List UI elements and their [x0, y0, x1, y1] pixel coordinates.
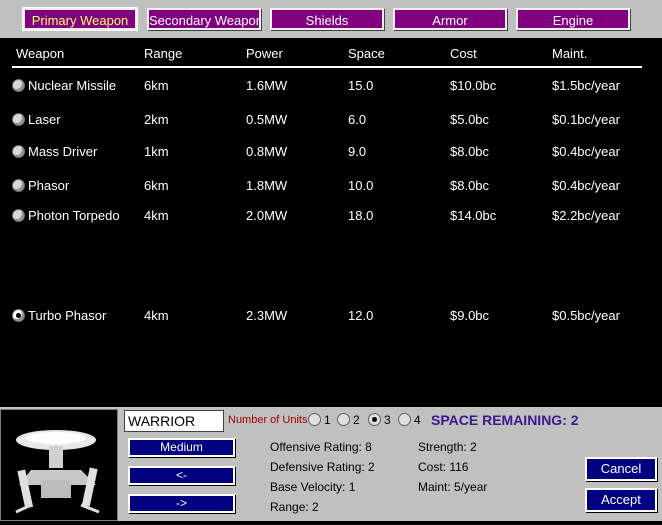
units-option-label: 4	[414, 413, 421, 427]
accept-button[interactable]: Accept	[585, 488, 657, 512]
header-weapon: Weapon	[16, 46, 65, 61]
defensive-rating: Defensive Rating: 2	[270, 460, 375, 474]
space-remaining: SPACE REMAINING: 2	[431, 412, 579, 428]
radio-icon[interactable]	[12, 79, 25, 92]
weapon-space: 9.0	[348, 144, 367, 159]
header-power: Power	[246, 46, 283, 61]
weapon-power: 1.6MW	[246, 78, 288, 93]
header-space: Space	[348, 46, 385, 61]
units-option-4[interactable]: 4	[398, 413, 421, 427]
weapon-cost: $14.0bc	[450, 208, 497, 223]
weapon-row[interactable]: Phasor 6km 1.8MW 10.0 $8.0bc $0.4bc/year	[0, 178, 662, 198]
component-tab-bar: Primary Weapon Secondary Weapon Shields …	[0, 0, 662, 38]
weapon-row[interactable]: Nuclear Missile 6km 1.6MW 15.0 $10.0bc $1.5bc…	[0, 78, 662, 98]
tab-primary-weapon[interactable]: Primary Weapon	[22, 7, 138, 31]
weapon-power: 0.5MW	[246, 112, 288, 127]
range-stat: Range: 2	[270, 500, 319, 514]
radio-selected-icon	[368, 413, 381, 426]
units-option-label: 3	[384, 413, 391, 427]
weapon-row[interactable]: Mass Driver 1km 0.8MW 9.0 $8.0bc $0.4bc/year	[0, 144, 662, 164]
ship-size-button[interactable]: Medium	[128, 438, 235, 457]
weapon-range: 2km	[144, 112, 169, 127]
weapon-cost: $8.0bc	[450, 178, 490, 193]
weapon-maint: $2.2bc/year	[552, 208, 620, 223]
weapon-cost: $9.0bc	[450, 308, 490, 323]
prev-design-button[interactable]: <-	[128, 466, 235, 485]
radio-icon[interactable]	[12, 113, 25, 126]
radio-icon	[398, 413, 411, 426]
weapon-maint: $0.4bc/year	[552, 144, 620, 159]
weapon-power: 2.3MW	[246, 308, 288, 323]
weapon-power: 1.8MW	[246, 178, 288, 193]
tab-engine[interactable]: Engine	[516, 8, 630, 30]
weapon-space: 6.0	[348, 112, 367, 127]
radio-icon[interactable]	[12, 145, 25, 158]
weapon-range: 6km	[144, 78, 169, 93]
weapon-range: 6km	[144, 178, 169, 193]
weapon-maint: $0.5bc/year	[552, 308, 620, 323]
radio-selected-icon[interactable]	[12, 309, 25, 322]
weapon-space: 18.0	[348, 208, 374, 223]
weapon-range: 4km	[144, 208, 169, 223]
units-option-1[interactable]: 1	[308, 413, 331, 427]
weapon-name: Phasor	[28, 178, 70, 193]
weapon-power: 2.0MW	[246, 208, 288, 223]
weapon-row[interactable]: Turbo Phasor 4km 2.3MW 12.0 $9.0bc $0.5bc/yea…	[0, 308, 662, 328]
weapon-cost: $8.0bc	[450, 144, 490, 159]
weapon-space: 15.0	[348, 78, 374, 93]
weapon-space: 12.0	[348, 308, 374, 323]
units-option-3[interactable]: 3	[368, 413, 391, 427]
weapon-power: 0.8MW	[246, 144, 288, 159]
maint-stat: Maint: 5/year	[418, 480, 488, 494]
radio-icon	[337, 413, 350, 426]
ship-name-field[interactable]: WARRIOR	[124, 410, 224, 432]
weapon-name: Photon Torpedo	[28, 208, 120, 223]
weapon-cost: $10.0bc	[450, 78, 497, 93]
units-option-2[interactable]: 2	[337, 413, 360, 427]
cost-stat: Cost: 116	[418, 460, 469, 474]
radio-icon[interactable]	[12, 179, 25, 192]
weapon-name: Turbo Phasor	[28, 308, 107, 323]
weapon-name: Nuclear Missile	[28, 78, 117, 93]
weapon-space: 10.0	[348, 178, 374, 193]
weapon-name: Laser	[28, 112, 61, 127]
next-design-button[interactable]: ->	[128, 494, 235, 513]
weapon-name: Mass Driver	[28, 144, 98, 159]
weapon-range: 1km	[144, 144, 169, 159]
weapon-row[interactable]: Laser 2km 0.5MW 6.0 $5.0bc $0.1bc/year	[0, 112, 662, 132]
strength-stat: Strength: 2	[418, 440, 477, 454]
radio-icon	[308, 413, 321, 426]
header-divider	[12, 66, 642, 68]
tab-armor[interactable]: Armor	[393, 8, 507, 30]
units-option-label: 1	[324, 413, 331, 427]
units-label: Number of Units	[228, 414, 308, 426]
base-velocity: Base Velocity: 1	[270, 480, 356, 494]
weapon-maint: $1.5bc/year	[552, 78, 620, 93]
header-maint: Maint.	[552, 46, 588, 61]
weapon-range: 4km	[144, 308, 169, 323]
header-range: Range	[144, 46, 183, 61]
radio-icon[interactable]	[12, 209, 25, 222]
tab-shields[interactable]: Shields	[270, 8, 384, 30]
weapon-cost: $5.0bc	[450, 112, 490, 127]
ship-portrait	[0, 409, 118, 521]
weapon-maint: $0.4bc/year	[552, 178, 620, 193]
header-cost: Cost	[450, 46, 477, 61]
weapon-row[interactable]: Photon Torpedo 4km 2.0MW 18.0 $14.0bc $2.2bc/…	[0, 208, 662, 228]
offensive-rating: Offensive Rating: 8	[270, 440, 372, 454]
units-option-label: 2	[353, 413, 360, 427]
weapon-maint: $0.1bc/year	[552, 112, 620, 127]
tab-secondary-weapon[interactable]: Secondary Weapon	[147, 8, 261, 30]
cancel-button[interactable]: Cancel	[585, 457, 657, 481]
